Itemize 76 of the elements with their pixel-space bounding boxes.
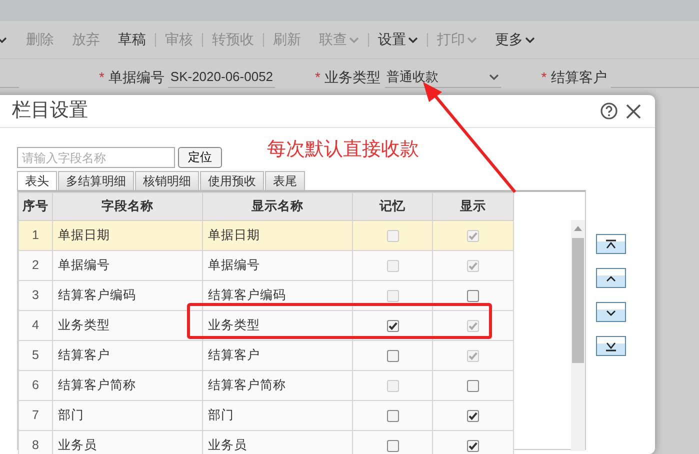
table-cell: 5 xyxy=(18,340,52,370)
table-row[interactable]: 7 部门 部门 xyxy=(18,400,514,430)
table-cell: 1 xyxy=(18,220,52,250)
checkbox[interactable] xyxy=(386,320,398,332)
table-cell: 单据编号 xyxy=(202,250,352,280)
table-cell: 结算客户 xyxy=(202,340,352,370)
move-down-button[interactable] xyxy=(596,302,626,322)
tab[interactable]: 多结算明细 xyxy=(58,171,134,190)
table-cell: 结算客户简称 xyxy=(52,370,202,400)
annotation-text: 每次默认直接收款 xyxy=(267,138,419,162)
toolbar-button[interactable]: 更多 xyxy=(486,29,544,50)
table-row[interactable]: 5 结算客户 结算客户 xyxy=(18,340,514,370)
close-icon[interactable] xyxy=(626,104,641,118)
table-cell: 3 xyxy=(18,280,52,310)
table-cell: 7 xyxy=(18,400,52,430)
move-bottom-icon xyxy=(605,340,617,352)
table-cell: 部门 xyxy=(202,400,352,430)
table-row[interactable]: 3 结算客户编码 结算客户编码 xyxy=(18,280,514,310)
caret-icon xyxy=(489,74,500,80)
scroll-up-icon[interactable] xyxy=(574,226,582,231)
caret-icon xyxy=(408,36,418,42)
checkbox[interactable] xyxy=(467,410,479,422)
checkbox[interactable] xyxy=(467,380,479,392)
dialog-title: 栏目设置 xyxy=(12,98,88,123)
table-cell: 部门 xyxy=(52,400,202,430)
table-row[interactable]: 6 结算客户简称 结算客户简称 xyxy=(18,370,514,400)
field-label: * 业务类型 xyxy=(315,68,380,86)
move-up-button[interactable] xyxy=(596,268,626,288)
help-icon[interactable] xyxy=(600,102,618,120)
tab[interactable]: 表头 xyxy=(17,171,57,190)
table-cell: 结算客户编码 xyxy=(52,280,202,310)
table-cell: 业务类型 xyxy=(52,310,202,340)
column-header: 显示 xyxy=(432,192,514,220)
table-cell: 2 xyxy=(18,250,52,280)
search-field[interactable]: 请输入字段名称 xyxy=(17,147,175,168)
table-cell: 业务员 xyxy=(52,430,202,454)
toolbar-button[interactable]: 草稿 xyxy=(109,29,155,50)
table-row[interactable]: 8 业务员 业务员 xyxy=(18,430,514,454)
move-top-icon xyxy=(605,238,617,250)
tab[interactable]: 使用预收 xyxy=(200,171,264,190)
caret-icon xyxy=(349,36,359,42)
checkbox[interactable] xyxy=(386,350,398,362)
field-label: * 单据编号 xyxy=(98,68,164,86)
caret-icon[interactable] xyxy=(0,36,7,42)
field-label: * 结算客户 xyxy=(541,68,607,86)
table-cell: 结算客户 xyxy=(52,340,202,370)
tab[interactable]: 核销明细 xyxy=(135,171,199,190)
table-cell: 单据日期 xyxy=(52,220,202,250)
checkbox[interactable] xyxy=(467,290,479,302)
locate-button[interactable]: 定位 xyxy=(178,147,222,168)
checkbox[interactable] xyxy=(386,410,398,422)
toolbar-button[interactable]: 设置 xyxy=(369,29,427,50)
move-bottom-button[interactable] xyxy=(596,336,626,356)
table-row[interactable]: 4 业务类型 业务类型 xyxy=(18,310,514,340)
tab[interactable]: 表尾 xyxy=(265,171,305,190)
scrollbar[interactable] xyxy=(571,220,585,451)
checkbox[interactable] xyxy=(467,440,479,452)
caret-icon xyxy=(525,36,535,42)
input-field[interactable]: SK-2020-06-0052 xyxy=(168,66,276,88)
move-top-button[interactable] xyxy=(596,234,626,254)
column-header: 字段名称 xyxy=(52,192,202,220)
column-header: 记忆 xyxy=(352,192,432,220)
table-cell: 8 xyxy=(18,430,52,454)
table-row[interactable]: 1 单据日期 单据日期 xyxy=(18,220,514,250)
table-cell: 结算客户简称 xyxy=(202,370,352,400)
table-cell: 6 xyxy=(18,370,52,400)
table-cell: 单据编号 xyxy=(52,250,202,280)
column-header: 序号 xyxy=(18,192,52,220)
table-cell: 业务员 xyxy=(202,430,352,454)
table-cell: 单据日期 xyxy=(202,220,352,250)
scroll-thumb[interactable] xyxy=(572,238,584,363)
table-row[interactable]: 2 单据编号 单据编号 xyxy=(18,250,514,280)
caret-icon xyxy=(467,36,477,42)
table-cell: 4 xyxy=(18,310,52,340)
checkbox[interactable] xyxy=(386,440,398,452)
column-header: 显示名称 xyxy=(202,192,352,220)
